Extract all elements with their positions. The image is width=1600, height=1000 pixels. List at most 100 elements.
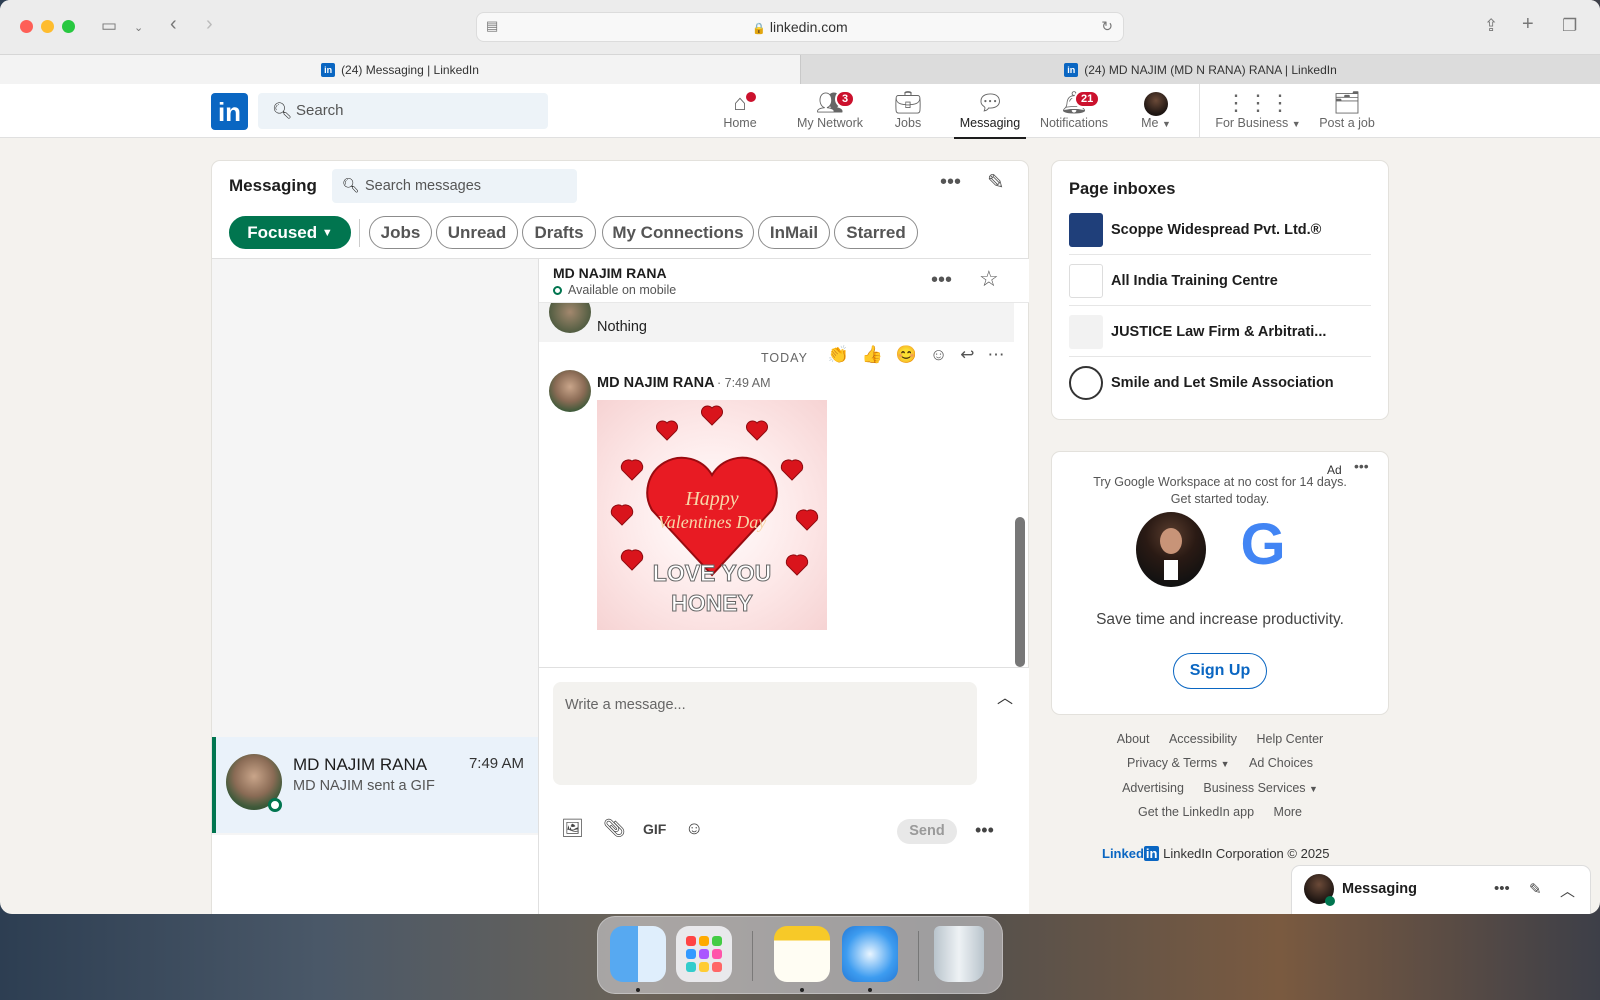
messaging-overlay-bar[interactable]: Messaging ••• ✎ ︿ [1292,866,1590,914]
filter-starred[interactable]: Starred [834,216,918,249]
day-divider: TODAY [761,351,808,365]
ad-card: Ad ••• Try Google Workspace at no cost f… [1052,452,1388,714]
tab-messaging[interactable]: in (24) Messaging | LinkedIn [0,55,800,84]
footer-link-app[interactable]: Get the LinkedIn app [1138,805,1254,819]
message-more-icon[interactable]: ⋯ [987,345,1004,365]
conversation-item[interactable]: MD NAJIM RANA 7:49 AM MD NAJIM sent a GI… [212,737,538,833]
image-icon[interactable]: 🖼︎ [561,818,584,839]
contact-status: Available on mobile [553,283,676,297]
filter-inmail[interactable]: InMail [758,216,830,249]
inbox-item[interactable]: Scoppe Widespread Pvt. Ltd.® [1069,205,1371,255]
message-sender[interactable]: MD NAJIM RANA [597,375,715,391]
chevron-up-icon[interactable]: ︿ [997,684,1013,708]
ad-subline: Get started today. [1170,492,1270,506]
send-button[interactable]: Send [897,819,957,844]
thread-contact-name[interactable]: MD NAJIM RANA [553,265,667,281]
sidebar-toggle-icon[interactable]: ▭ [101,16,117,36]
reload-icon[interactable]: ↻ [1101,18,1113,35]
sign-up-button[interactable]: Sign Up [1173,653,1267,689]
company-logo [1069,315,1103,349]
footer-link-advertising[interactable]: Advertising [1122,781,1184,795]
messaging-icon: 💬︎ [976,90,1004,115]
reply-icon[interactable]: ↩ [960,345,974,365]
smile-reaction-button[interactable]: 😊 [896,345,917,365]
nav-for-business[interactable]: ⋮⋮⋮ For Business ▼ [1208,88,1308,136]
inbox-item[interactable]: JUSTICE Law Firm & Arbitrati... [1069,307,1371,357]
tab-overview-icon[interactable]: ❐ [1562,16,1577,36]
share-icon[interactable]: ⇪ [1484,16,1498,36]
minimize-window-button[interactable] [41,20,54,33]
footer-link-about[interactable]: About [1117,732,1150,746]
message-search-input[interactable]: 🔍︎ Search messages [332,169,577,203]
gif-text: HONEY [671,590,754,617]
linkedin-logo[interactable]: in [211,93,248,130]
ad-more-icon[interactable]: ••• [1354,458,1369,474]
conversation-time: 7:49 AM [468,755,524,772]
footer-link-adchoices[interactable]: Ad Choices [1249,756,1313,770]
footer-link-business[interactable]: Business Services ▼ [1203,781,1318,795]
zoom-window-button[interactable] [62,20,75,33]
nav-label: Home [723,116,757,130]
filter-jobs[interactable]: Jobs [369,216,432,249]
valentine-gif[interactable]: Happy Valentines Day LOVE YOU HONEY [597,400,827,630]
nav-jobs[interactable]: 💼︎ Jobs [886,88,930,136]
nav-my-network[interactable]: 👥︎ 3 My Network [785,88,875,136]
nav-notifications[interactable]: 🔔︎ 21 Notifications [1034,88,1114,136]
nav-home[interactable]: ⌂ Home [718,88,762,136]
safari-icon[interactable] [842,926,898,982]
more-options-icon[interactable]: ••• [940,171,961,194]
star-icon[interactable]: ☆ [979,266,999,292]
online-status-icon [1325,896,1335,906]
thread-scrollbar[interactable] [1015,517,1025,667]
filter-drafts[interactable]: Drafts [522,216,596,249]
gif-button[interactable]: GIF [643,821,666,837]
nav-label: Jobs [894,116,922,130]
chevron-down-icon[interactable]: ⌄ [134,21,143,34]
notes-icon[interactable] [774,926,830,982]
forward-icon[interactable]: › [206,13,213,36]
nav-messaging[interactable]: 💬︎ Messaging [954,88,1026,139]
inbox-item[interactable]: Smile and Let Smile Association [1069,358,1371,408]
status-text: Available on mobile [568,283,677,297]
thread-more-icon[interactable]: ••• [931,269,952,292]
trash-icon[interactable] [934,926,984,982]
linkedin-wordmark-in: in [1143,846,1160,861]
attachment-icon[interactable]: 📎︎ [603,818,626,839]
clap-reaction-button[interactable]: 👏 [827,345,848,365]
compose-icon[interactable]: ✎ [1529,880,1542,898]
nav-post-job[interactable]: 🗂︎ Post a job [1314,88,1380,136]
add-reaction-icon[interactable]: ☺ [930,345,947,365]
tab-profile[interactable]: in (24) MD NAJIM (MD N RANA) RANA | Link… [800,55,1600,84]
filter-label: Focused [247,222,318,242]
nav-me[interactable]: Me ▼ [1134,88,1178,136]
address-bar[interactable]: ▤ 🔒 linkedin.com ↻ [476,12,1124,42]
footer-link-label: Privacy & Terms [1127,756,1218,770]
footer-link-privacy[interactable]: Privacy & Terms ▼ [1127,756,1229,770]
thumbs-up-reaction-button[interactable]: 👍 [862,345,883,365]
footer-link-more[interactable]: More [1274,805,1302,819]
messaging-header: Messaging 🔍︎ Search messages ••• ✎ [212,161,1028,209]
inbox-name: Smile and Let Smile Association [1111,375,1334,391]
filter-focused[interactable]: Focused ▼ [229,216,351,249]
footer-link-help[interactable]: Help Center [1257,732,1324,746]
inbox-item[interactable]: All India Training Centre [1069,256,1371,306]
emoji-icon[interactable]: ☺ [685,818,703,839]
new-tab-icon[interactable]: + [1522,13,1534,36]
message-input[interactable]: Write a message... [553,682,977,785]
filter-unread[interactable]: Unread [436,216,518,249]
launchpad-icon[interactable] [676,926,732,982]
filter-my-connections[interactable]: My Connections [602,216,754,249]
reaction-bar: 👏 👍 😊 ☺ ↩ ⋯ [821,340,1011,370]
compose-icon[interactable]: ✎ [987,170,1005,195]
composer-more-icon[interactable]: ••• [975,820,994,841]
close-window-button[interactable] [20,20,33,33]
footer-link-accessibility[interactable]: Accessibility [1169,732,1237,746]
url-text: 🔒 linkedin.com [477,19,1123,35]
conversation-list: MD NAJIM RANA 7:49 AM MD NAJIM sent a GI… [212,259,538,914]
nav-label: My Network [797,116,863,130]
chevron-up-icon[interactable]: ︿ [1560,880,1575,901]
global-search-input[interactable]: 🔍︎ Search [258,93,548,129]
overlay-more-icon[interactable]: ••• [1494,880,1510,897]
finder-icon[interactable] [610,926,666,982]
back-icon[interactable]: ‹ [170,13,177,36]
